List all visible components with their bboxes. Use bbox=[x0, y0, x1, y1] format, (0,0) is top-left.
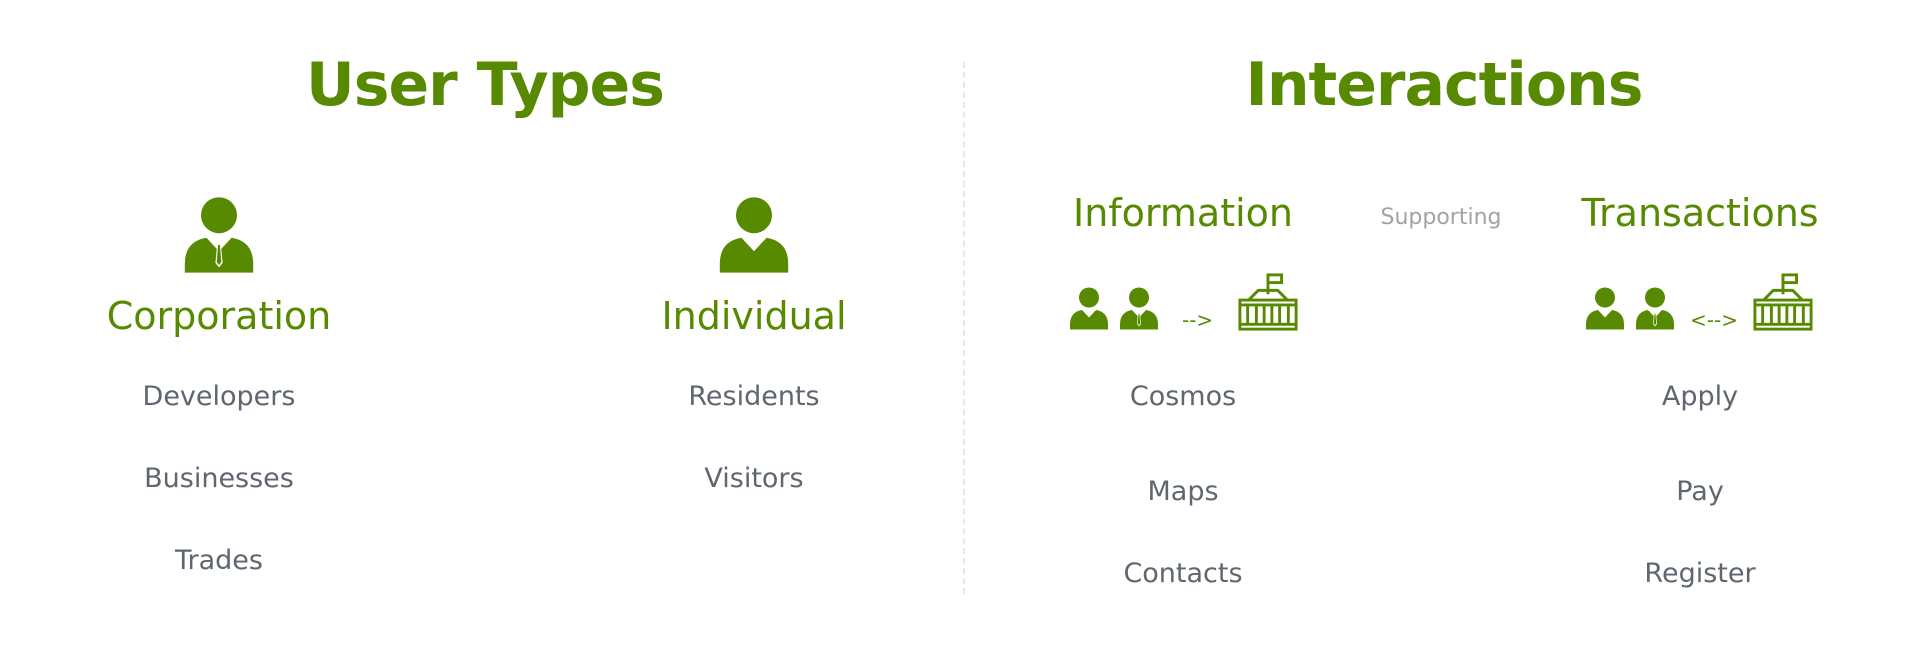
section-divider bbox=[963, 62, 965, 594]
list-item-contacts: Contacts bbox=[1123, 558, 1243, 589]
business-person-icon bbox=[183, 195, 255, 275]
business-person-icon bbox=[1119, 286, 1159, 331]
interactions-title: Interactions bbox=[1245, 50, 1644, 120]
list-item-pay: Pay bbox=[1676, 476, 1724, 507]
list-item-visitors: Visitors bbox=[704, 463, 804, 494]
list-item-apply: Apply bbox=[1661, 381, 1739, 412]
information-heading: Information bbox=[1073, 191, 1293, 235]
transactions-heading: Transactions bbox=[1581, 191, 1819, 235]
corporation-heading: Corporation bbox=[106, 294, 332, 338]
list-item-cosmos: Cosmos bbox=[1129, 381, 1237, 412]
two-way-arrow: <--> bbox=[1690, 308, 1738, 332]
list-item-register: Register bbox=[1644, 558, 1756, 589]
government-building-icon bbox=[1237, 272, 1299, 332]
individual-heading: Individual bbox=[661, 294, 847, 338]
list-item-businesses: Businesses bbox=[144, 463, 294, 494]
person-icon bbox=[718, 195, 790, 275]
supporting-label: Supporting bbox=[1380, 205, 1502, 230]
list-item-trades: Trades bbox=[175, 545, 263, 576]
list-item-maps: Maps bbox=[1147, 476, 1219, 507]
government-building-icon bbox=[1752, 272, 1814, 332]
person-icon bbox=[1069, 286, 1109, 331]
user-types-title: User Types bbox=[306, 50, 665, 120]
business-person-icon bbox=[1635, 286, 1675, 331]
list-item-residents: Residents bbox=[688, 381, 820, 412]
list-item-developers: Developers bbox=[142, 381, 296, 412]
one-way-arrow: --> bbox=[1182, 308, 1214, 332]
person-icon bbox=[1585, 286, 1625, 331]
